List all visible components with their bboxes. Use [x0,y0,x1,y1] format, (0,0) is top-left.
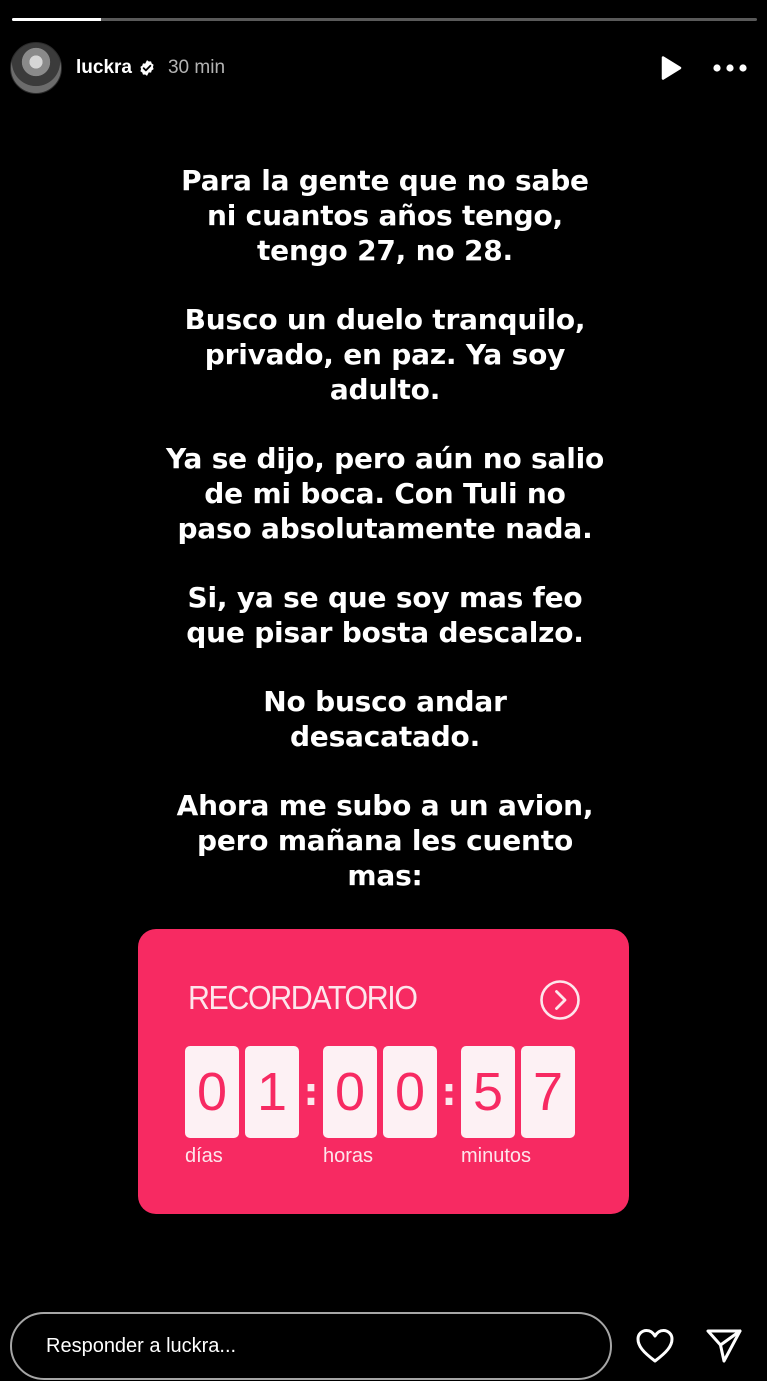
chevron-right-icon[interactable] [539,979,581,1021]
post-time: 30 min [167,57,226,78]
story-paragraph: Ya se dijo, pero aún no salio de mi boca… [165,442,605,545]
verified-badge-icon [140,60,154,76]
colon-separator: : [303,1070,319,1114]
play-icon [661,56,682,80]
play-button[interactable] [659,55,683,81]
colon-separator: : [441,1070,457,1114]
countdown-digits: 0 1 : 0 0 : 5 7 [185,1046,575,1138]
reminder-sticker[interactable]: RECORDATORIO 0 1 : 0 0 : 5 7 días horas … [138,929,629,1214]
avatar[interactable] [10,42,62,94]
story-text: Para la gente que no sabe ni cuantos año… [130,163,640,927]
days-label: días [185,1145,223,1167]
countdown-digit: 0 [185,1046,239,1138]
countdown-digit: 1 [245,1046,299,1138]
minutes-label: minutos [461,1145,532,1167]
countdown-digit: 0 [323,1046,377,1138]
heart-icon[interactable] [635,1328,675,1364]
story-paragraph: No busco andar desacatado. [263,685,507,753]
more-options-icon [713,64,747,72]
reminder-title: RECORDATORIO [188,979,418,1016]
story-header: luckra 30 min [10,42,747,94]
story-progress-fill [12,18,102,21]
countdown-digit: 0 [383,1046,437,1138]
story-paragraph: Si, ya se que soy mas feo que pisar bost… [186,581,584,649]
hours-label: horas [323,1145,374,1167]
story-paragraph: Busco un duelo tranquilo, privado, en pa… [184,303,586,406]
story-paragraph: Para la gente que no sabe ni cuantos año… [181,164,589,267]
story-paragraph: Ahora me subo a un avion, pero mañana le… [176,789,594,892]
reply-placeholder: Responder a luckra... [46,1334,237,1357]
send-icon[interactable] [705,1328,743,1364]
username[interactable]: luckra [76,57,132,79]
story-footer: Responder a luckra... [10,1311,747,1381]
countdown-digit: 7 [521,1046,575,1138]
reply-input[interactable]: Responder a luckra... [10,1312,612,1380]
countdown-digit: 5 [461,1046,515,1138]
more-options-button[interactable] [713,64,747,72]
story-progress-bar [12,18,757,21]
